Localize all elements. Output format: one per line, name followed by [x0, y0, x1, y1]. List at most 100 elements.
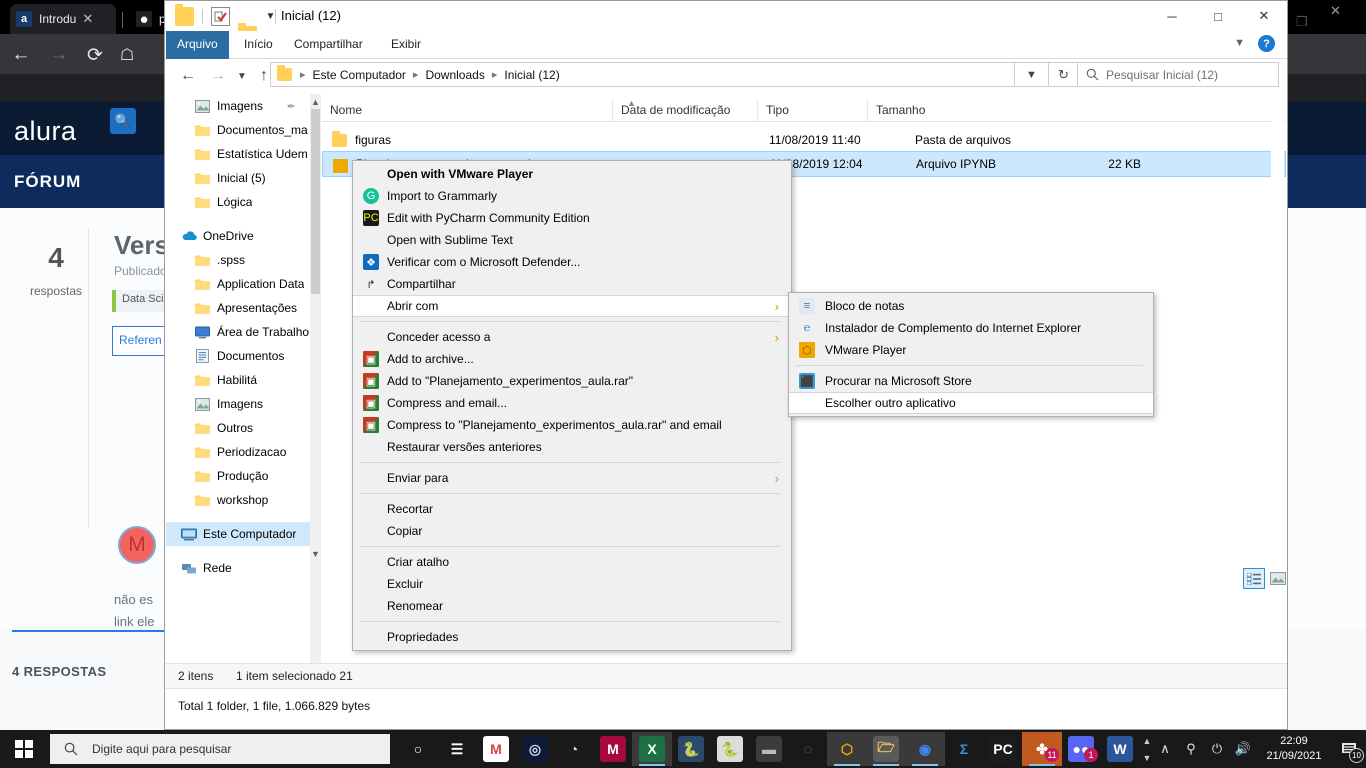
sidebar-item-habilit[interactable]: Habilitá: [166, 368, 320, 392]
background-window-close-icon[interactable]: ✕: [1330, 3, 1341, 19]
ribbon-tab-compartilhar[interactable]: Compartilhar: [283, 31, 374, 59]
breadcrumb-item-1[interactable]: Downloads: [423, 68, 486, 82]
open-with-item-4[interactable]: ⬛ Procurar na Microsoft Store: [789, 370, 1153, 392]
minimize-button[interactable]: ─: [1149, 1, 1195, 31]
table-row[interactable]: figuras 11/08/2019 11:40 Pasta de arquiv…: [322, 127, 1286, 153]
taskbar-button-pycharm[interactable]: PC: [983, 732, 1023, 766]
sidebar-item-onedrive[interactable]: OneDrive: [166, 224, 320, 248]
taskbar-button-mendeley[interactable]: M: [593, 732, 633, 766]
context-menu-item-10[interactable]: ▣ Add to "Planejamento_experimentos_aula.…: [353, 370, 791, 392]
explorer-forward-button[interactable]: →: [207, 65, 229, 87]
open-with-item-1[interactable]: ℮ Instalador de Complemento do Internet E…: [789, 317, 1153, 339]
column-header-tamanho[interactable]: Tamanho: [867, 99, 967, 122]
close-button[interactable]: ✕: [1241, 1, 1287, 31]
taskbar-button-excel[interactable]: X: [632, 732, 672, 766]
taskbar-button-spss[interactable]: Σ: [944, 732, 984, 766]
sidebar-item-rea-de-trabalho[interactable]: Área de Trabalho: [166, 320, 320, 344]
context-menu-item-4[interactable]: ❖ Verificar com o Microsoft Defender...: [353, 251, 791, 273]
context-menu-item-9[interactable]: ▣ Add to archive...: [353, 348, 791, 370]
context-menu-item-0[interactable]: Open with VMware Player: [353, 163, 791, 185]
column-header-data[interactable]: Data de modificação: [612, 99, 757, 122]
clock[interactable]: 22:09 21/09/2021: [1256, 734, 1332, 764]
taskbar-button-whatsapp[interactable]: ✤ 11: [1022, 732, 1062, 766]
taskbar-button-jupyter[interactable]: 🐍: [710, 732, 750, 766]
sidebar-item-l-gica[interactable]: Lógica: [166, 190, 320, 214]
recent-locations-icon[interactable]: ▼: [231, 65, 253, 87]
camera-icon[interactable]: ⚲: [1178, 730, 1204, 768]
taskbar-button-python-ide[interactable]: 🐍: [671, 732, 711, 766]
properties-icon[interactable]: [211, 7, 230, 26]
nav-scroll-up-icon[interactable]: ▲: [310, 94, 321, 109]
nav-scroll-down-icon[interactable]: ▼: [310, 546, 321, 561]
open-with-item-5[interactable]: Escolher outro aplicativo: [789, 392, 1153, 414]
column-header-tipo[interactable]: Tipo: [757, 99, 867, 122]
close-tab-icon[interactable]: ✕: [82, 11, 93, 27]
help-icon[interactable]: ?: [1258, 35, 1275, 52]
sidebar-item-inicial-5[interactable]: Inicial (5): [166, 166, 320, 190]
browser-back-button[interactable]: ←: [10, 44, 32, 66]
explorer-title-bar[interactable]: ▼ Inicial (12) ─ □ ✕: [165, 1, 1287, 45]
open-with-item-2[interactable]: ⬡ VMware Player: [789, 339, 1153, 361]
taskbar-button-file-explorer[interactable]: 🗁: [866, 732, 906, 766]
restore-window-icon[interactable]: ❐: [1296, 14, 1308, 30]
volume-icon[interactable]: 🔊: [1230, 730, 1256, 768]
chevron-down-icon[interactable]: ▼: [1234, 37, 1245, 49]
browser-home-button[interactable]: ☖: [116, 44, 138, 66]
context-menu-item-12[interactable]: ▣ Compress to "Planejamento_experimentos_…: [353, 414, 791, 436]
browser-reload-button[interactable]: ⟳: [84, 44, 106, 66]
context-menu-item-13[interactable]: Restaurar versões anteriores: [353, 436, 791, 458]
scroll-up-icon[interactable]: ▲: [1143, 736, 1152, 746]
context-menu-item-18[interactable]: Copiar: [353, 520, 791, 542]
open-with-submenu[interactable]: ≡ Bloco de notas ℮ Instalador de Complement…: [788, 292, 1154, 417]
taskbar-button-discord[interactable]: ●● 1: [1061, 732, 1101, 766]
sidebar-item-workshop[interactable]: workshop: [166, 488, 320, 512]
large-icons-view-icon[interactable]: [1267, 568, 1289, 589]
sidebar-item-outros[interactable]: Outros: [166, 416, 320, 440]
scroll-down-icon[interactable]: ▼: [1143, 753, 1152, 763]
sidebar-item-rede[interactable]: Rede: [166, 556, 320, 580]
taskbar-button-terminal[interactable]: ▬: [749, 732, 789, 766]
reference-button[interactable]: Referen: [112, 326, 170, 356]
sidebar-item-documentos-ma[interactable]: Documentos_ma: [166, 118, 320, 142]
notifications-icon[interactable]: 10: [1332, 730, 1366, 768]
context-menu-item-5[interactable]: ↱ Compartilhar: [353, 273, 791, 295]
context-menu[interactable]: Open with VMware Player G Import to Gramma…: [352, 160, 792, 651]
maximize-button[interactable]: □: [1195, 1, 1241, 31]
breadcrumb[interactable]: ▸ Este Computador ▸ Downloads ▸ Inicial …: [270, 62, 1015, 87]
context-menu-item-11[interactable]: ▣ Compress and email...: [353, 392, 791, 414]
start-button[interactable]: [0, 730, 48, 768]
sidebar-item-estat-stica-udem[interactable]: Estatística Udem: [166, 142, 320, 166]
taskbar-button-task-view[interactable]: ☰: [437, 732, 477, 766]
taskbar-button-vmware[interactable]: ⬡: [827, 732, 867, 766]
browser-tab-0[interactable]: a Introdu ✕: [10, 4, 116, 34]
ribbon-tab-arquivo[interactable]: Arquivo: [166, 31, 229, 59]
taskbar-button-word[interactable]: W: [1100, 732, 1140, 766]
ribbon-tab-inicio[interactable]: Início: [233, 31, 284, 59]
browser-forward-button[interactable]: →: [48, 44, 70, 66]
column-header-nome[interactable]: Nome ▲: [322, 98, 636, 122]
customize-chevron-icon[interactable]: ▼: [261, 7, 280, 26]
context-menu-item-6[interactable]: Abrir com ›: [353, 295, 791, 317]
details-view-icon[interactable]: [1243, 568, 1265, 589]
folder-icon[interactable]: [175, 4, 194, 26]
breadcrumb-item-0[interactable]: Este Computador: [311, 68, 408, 82]
sidebar-item-application-data[interactable]: Application Data: [166, 272, 320, 296]
nav-scrollbar-thumb[interactable]: [311, 109, 320, 294]
context-menu-item-3[interactable]: Open with Sublime Text: [353, 229, 791, 251]
pin-icon[interactable]: ✒: [287, 100, 296, 113]
context-menu-item-24[interactable]: Propriedades: [353, 626, 791, 648]
context-menu-item-20[interactable]: Criar atalho: [353, 551, 791, 573]
sidebar-item-periodizacao[interactable]: Periodizacao: [166, 440, 320, 464]
context-menu-item-22[interactable]: Renomear: [353, 595, 791, 617]
breadcrumb-dropdown-icon[interactable]: ▼: [1015, 62, 1049, 87]
taskbar-button-spinner-app[interactable]: ◌: [788, 732, 828, 766]
sidebar-item-apresenta-es[interactable]: Apresentações: [166, 296, 320, 320]
taskbar-button-zotero[interactable]: ◎: [515, 732, 555, 766]
chevron-up-icon[interactable]: ∧: [1152, 730, 1178, 768]
context-menu-item-17[interactable]: Recortar: [353, 498, 791, 520]
taskbar-search-input[interactable]: Digite aqui para pesquisar: [50, 734, 390, 764]
context-menu-item-21[interactable]: Excluir: [353, 573, 791, 595]
context-menu-item-1[interactable]: G Import to Grammarly: [353, 185, 791, 207]
sidebar-item-spss[interactable]: .spss: [166, 248, 320, 272]
taskbar-button-cortana[interactable]: ○: [398, 732, 438, 766]
